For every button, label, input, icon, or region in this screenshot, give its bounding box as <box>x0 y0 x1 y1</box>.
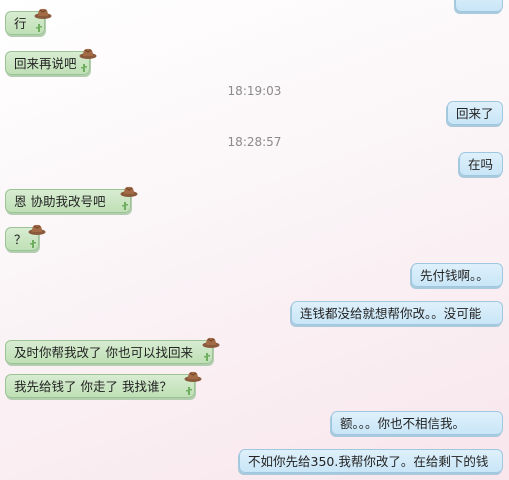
message-text: 及时你帮我改了 你也可以找回来 <box>14 345 193 360</box>
cactus-icon <box>30 240 36 248</box>
message-text: 连钱都没给就想帮你改。。没可能 <box>300 306 482 321</box>
chat-bubble-incoming[interactable]: 恩 协助我改号吧 <box>5 186 138 213</box>
chat-bubble-incoming[interactable]: ？ <box>5 224 46 251</box>
chat-bubble-outgoing[interactable]: 回来了 <box>447 101 503 125</box>
cactus-icon <box>122 202 128 210</box>
cactus-icon <box>36 24 42 32</box>
message-text: 回来了 <box>456 106 494 121</box>
chat-message-list[interactable]: 行 回来再说吧 18:19:03 回来了 18:28:57 在吗 恩 协助我改号… <box>0 0 509 480</box>
cactus-icon <box>186 387 192 395</box>
cowboy-hat-icon <box>120 186 138 197</box>
message-text: 先付钱啊。。 <box>420 268 489 283</box>
chat-bubble-incoming[interactable]: 行 <box>5 8 52 35</box>
timestamp: 18:19:03 <box>227 84 282 98</box>
cactus-icon <box>81 64 87 72</box>
message-text: 我先给钱了 你走了 我找谁？ <box>14 379 172 394</box>
cowboy-hat-icon <box>202 337 220 348</box>
message-text: 行 <box>14 16 27 31</box>
message-text: 在吗 <box>468 157 494 172</box>
chat-bubble-incoming[interactable]: 及时你帮我改了 你也可以找回来 <box>5 337 220 364</box>
chat-bubble-outgoing[interactable]: 连钱都没给就想帮你改。。没可能 <box>291 301 503 325</box>
timestamp: 18:28:57 <box>227 135 282 149</box>
chat-bubble-incoming[interactable]: 回来再说吧 <box>5 48 97 75</box>
message-text: 恩 协助我改号吧 <box>14 194 106 209</box>
chat-bubble-outgoing[interactable] <box>455 0 503 12</box>
message-text: 回来再说吧 <box>14 56 77 71</box>
chat-bubble-outgoing[interactable]: 额。。。你也不相信我。 <box>331 411 503 435</box>
chat-bubble-incoming[interactable]: 我先给钱了 你走了 我找谁？ <box>5 371 202 398</box>
cowboy-hat-icon <box>184 371 202 382</box>
cowboy-hat-icon <box>28 224 46 235</box>
message-text: 额。。。你也不相信我。 <box>340 416 466 431</box>
chat-bubble-outgoing[interactable]: 不如你先给350.我帮你改了。在给剩下的钱 <box>239 449 503 473</box>
message-text: 不如你先给350.我帮你改了。在给剩下的钱 <box>248 454 489 469</box>
cowboy-hat-icon <box>34 8 52 19</box>
chat-bubble-outgoing[interactable]: 在吗 <box>459 152 503 176</box>
cowboy-hat-icon <box>79 48 97 59</box>
chat-bubble-outgoing[interactable]: 先付钱啊。。 <box>411 263 503 287</box>
message-text: ？ <box>14 232 27 247</box>
cactus-icon <box>204 353 210 361</box>
